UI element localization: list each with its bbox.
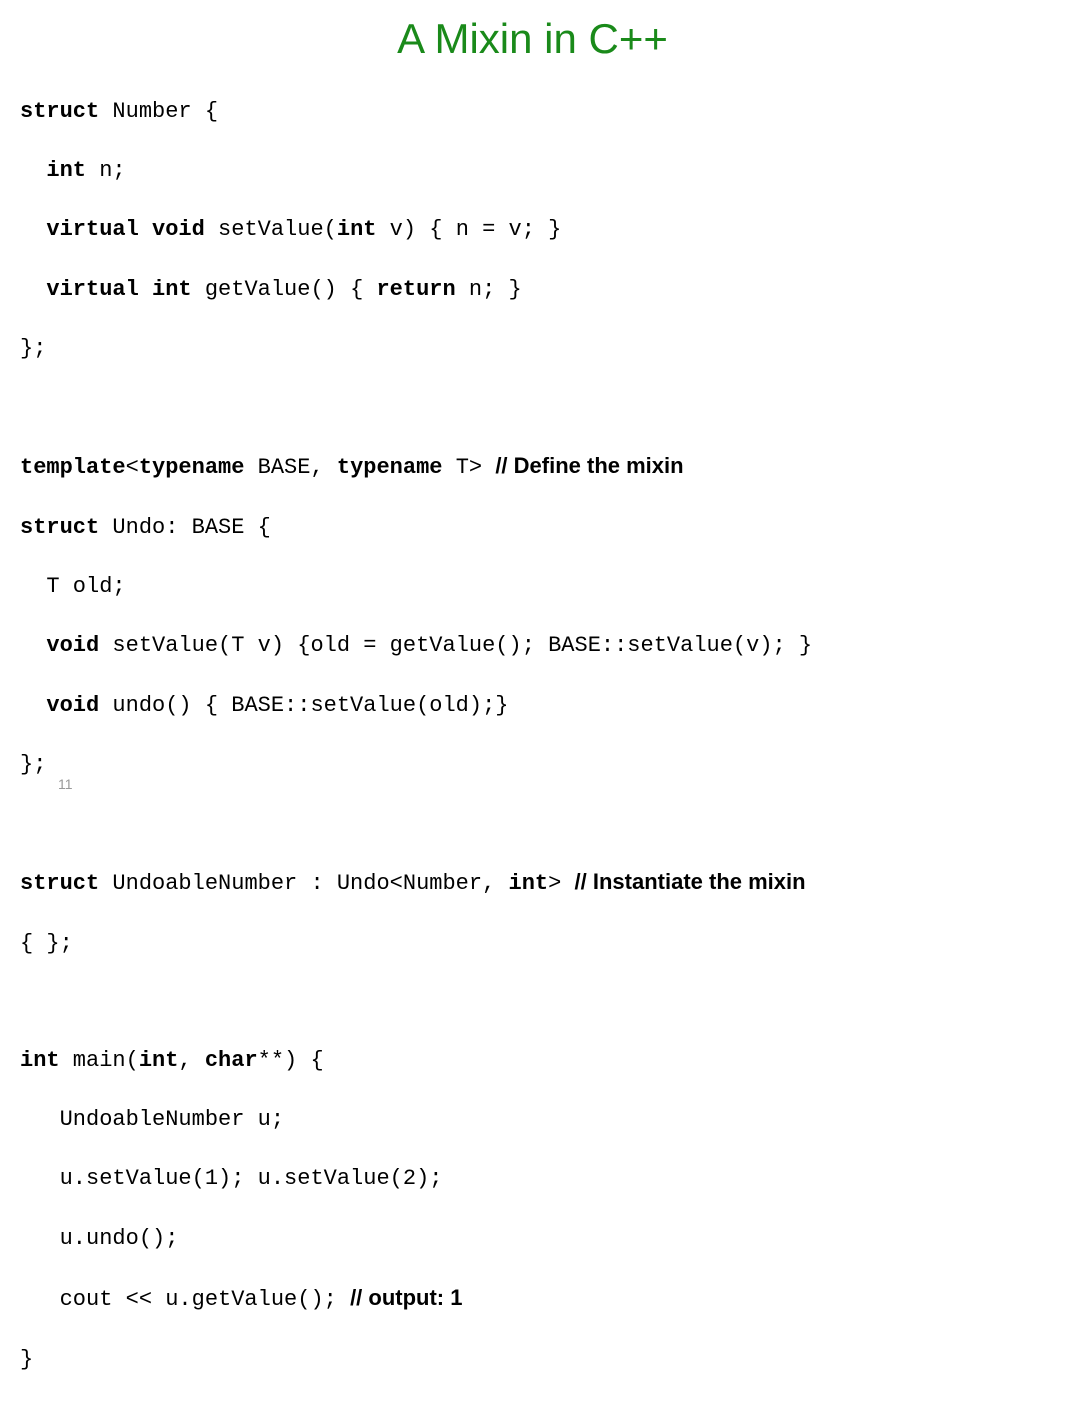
code-text: BASE, xyxy=(244,455,336,480)
code-line: }; xyxy=(20,750,1045,780)
code-text: getValue() { xyxy=(192,277,377,302)
code-text: T> xyxy=(443,455,496,480)
code-line: struct UndoableNumber : Undo<Number, int… xyxy=(20,867,1045,899)
page-number: 11 xyxy=(58,776,73,792)
code-text: undo() { BASE::setValue(old);} xyxy=(99,693,508,718)
code-line: { }; xyxy=(20,929,1045,959)
code-line: u.undo(); xyxy=(20,1224,1045,1254)
code-text xyxy=(20,217,46,242)
code-text: setValue(T v) {old = getValue(); BASE::s… xyxy=(99,633,812,658)
keyword: struct xyxy=(20,515,99,540)
comment: // Define the mixin xyxy=(495,453,683,478)
blank-line xyxy=(20,988,1045,1016)
keyword: int xyxy=(337,217,377,242)
code-text: setValue( xyxy=(205,217,337,242)
code-line: T old; xyxy=(20,572,1045,602)
keyword: struct xyxy=(20,871,99,896)
keyword: typename xyxy=(337,455,443,480)
keyword: void xyxy=(46,633,99,658)
blank-line xyxy=(20,810,1045,838)
code-line: UndoableNumber u; xyxy=(20,1105,1045,1135)
code-text xyxy=(20,693,46,718)
code-line: virtual void setValue(int v) { n = v; } xyxy=(20,215,1045,245)
keyword: int xyxy=(46,158,86,183)
code-text xyxy=(20,633,46,658)
keyword: return xyxy=(376,277,455,302)
code-text: cout << u.getValue(); xyxy=(20,1287,350,1312)
code-text: **) { xyxy=(258,1048,324,1073)
code-line: void setValue(T v) {old = getValue(); BA… xyxy=(20,631,1045,661)
code-text: v) { n = v; } xyxy=(376,217,561,242)
comment: // output: 1 xyxy=(350,1285,462,1310)
keyword: int xyxy=(509,871,549,896)
code-text: n; xyxy=(86,158,126,183)
code-text: Number { xyxy=(99,99,218,124)
code-text: > xyxy=(548,871,574,896)
keyword: template xyxy=(20,455,126,480)
code-block: struct Number { int n; virtual void setV… xyxy=(20,67,1045,1404)
comment: // Instantiate the mixin xyxy=(575,869,806,894)
code-text: , xyxy=(178,1048,204,1073)
keyword: typename xyxy=(139,455,245,480)
code-line: }; xyxy=(20,334,1045,364)
code-line: template<typename BASE, typename T> // D… xyxy=(20,451,1045,483)
keyword: virtual void xyxy=(46,217,204,242)
code-text: Undo: BASE { xyxy=(99,515,271,540)
code-line: cout << u.getValue(); // output: 1 xyxy=(20,1283,1045,1315)
code-text xyxy=(20,277,46,302)
keyword: virtual int xyxy=(46,277,191,302)
code-text: main( xyxy=(60,1048,139,1073)
keyword: int xyxy=(139,1048,179,1073)
code-text: UndoableNumber : Undo<Number, xyxy=(99,871,508,896)
code-text: n; } xyxy=(456,277,522,302)
slide-title: A Mixin in C++ xyxy=(20,15,1045,63)
code-line: } xyxy=(20,1345,1045,1375)
keyword: char xyxy=(205,1048,258,1073)
code-text xyxy=(20,158,46,183)
keyword: int xyxy=(20,1048,60,1073)
keyword: struct xyxy=(20,99,99,124)
code-line: u.setValue(1); u.setValue(2); xyxy=(20,1164,1045,1194)
code-line: virtual int getValue() { return n; } xyxy=(20,275,1045,305)
code-line: void undo() { BASE::setValue(old);} xyxy=(20,691,1045,721)
code-line: int n; xyxy=(20,156,1045,186)
code-line: int main(int, char**) { xyxy=(20,1046,1045,1076)
code-text: < xyxy=(126,455,139,480)
keyword: void xyxy=(46,693,99,718)
blank-line xyxy=(20,394,1045,422)
code-line: struct Number { xyxy=(20,97,1045,127)
code-line: struct Undo: BASE { xyxy=(20,513,1045,543)
